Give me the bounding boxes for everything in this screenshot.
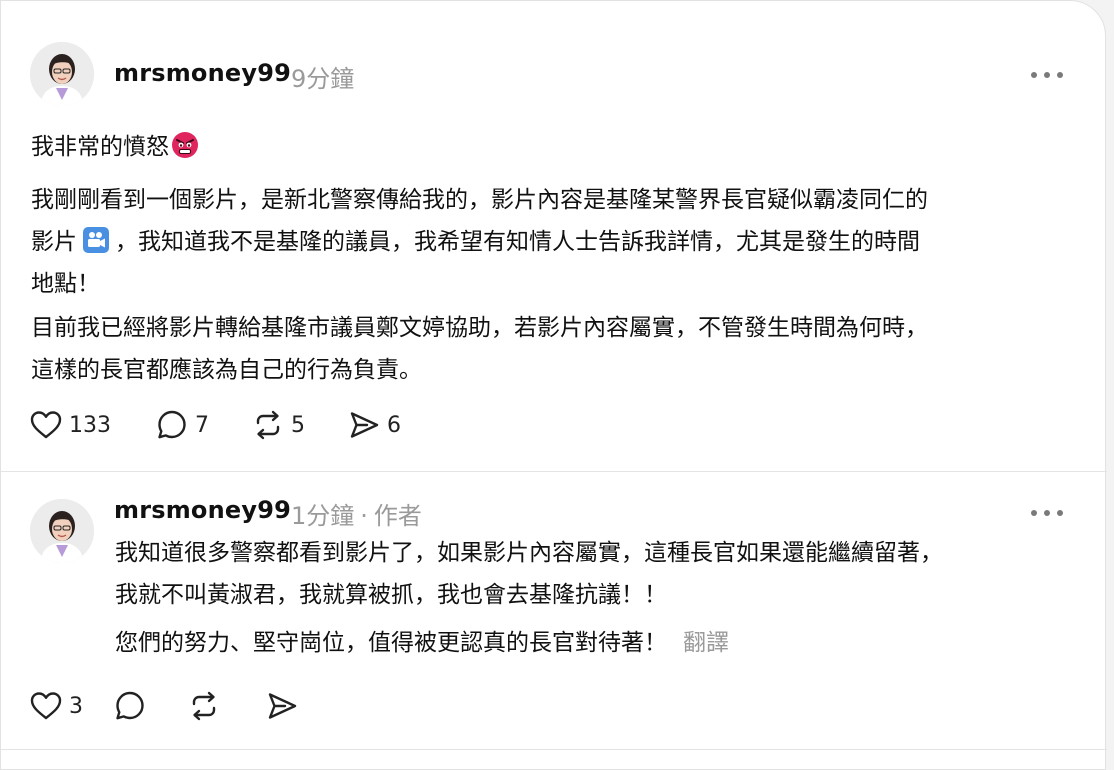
thread-card: mrsmoney99 9分鐘 我非常的憤怒 我剛剛看到一個影片，是新北警察傳給我… bbox=[0, 0, 1107, 770]
like-button[interactable]: 3 bbox=[29, 689, 113, 723]
reply-paragraph: 我知道很多警察都看到影片了，如果影片內容屬實，這種長官如果還能繼續留著， 我就不叫… bbox=[115, 540, 943, 608]
post-paragraph: 我非常的憤怒 bbox=[31, 126, 199, 168]
avatar[interactable] bbox=[30, 42, 94, 106]
username[interactable]: mrsmoney99 bbox=[114, 59, 291, 87]
heart-icon bbox=[30, 692, 62, 720]
more-dots-icon[interactable] bbox=[1031, 508, 1063, 518]
repost-button[interactable]: 5 bbox=[251, 408, 347, 442]
reply-button[interactable]: 7 bbox=[155, 408, 251, 442]
post-meta: 1分鐘 · 作者 bbox=[291, 496, 422, 531]
share-count: 6 bbox=[387, 412, 401, 438]
speech-bubble-icon bbox=[116, 691, 144, 720]
translate-link[interactable]: 翻譯 bbox=[683, 630, 729, 656]
repost-button[interactable] bbox=[187, 689, 265, 723]
meta-separator: · bbox=[360, 502, 368, 530]
post-actions: 3 bbox=[29, 688, 299, 724]
post-time: 9分鐘 bbox=[291, 59, 354, 94]
angry-face-emoji bbox=[172, 132, 198, 158]
repost-count: 5 bbox=[291, 412, 305, 438]
author-badge: 作者 bbox=[373, 502, 422, 530]
reply-button[interactable] bbox=[113, 689, 187, 723]
like-count: 3 bbox=[69, 693, 83, 719]
more-dots-icon[interactable] bbox=[1031, 70, 1063, 80]
post-actions: 133 7 5 6 bbox=[29, 407, 401, 443]
username[interactable]: mrsmoney99 bbox=[114, 496, 291, 524]
share-button[interactable] bbox=[265, 689, 299, 723]
main-post: mrsmoney99 9分鐘 我非常的憤怒 我剛剛看到一個影片，是新北警察傳給我… bbox=[1, 1, 1107, 471]
post-divider bbox=[1, 749, 1107, 750]
repost-icon bbox=[256, 410, 280, 440]
send-icon bbox=[350, 412, 379, 438]
timestamp[interactable]: 9分鐘 bbox=[291, 65, 354, 93]
reply-post: mrsmoney99 1分鐘 · 作者 我知道很多警察都看到影片了，如果影片內容屬實… bbox=[1, 472, 1107, 752]
post-paragraph: 我剛剛看到一個影片，是新北警察傳給我的，影片內容是基隆某警界長官疑似霸凌同仁的影… bbox=[31, 187, 928, 297]
speech-bubble-icon bbox=[158, 410, 186, 439]
like-button[interactable]: 133 bbox=[29, 408, 155, 442]
share-button[interactable]: 6 bbox=[347, 408, 401, 442]
avatar[interactable] bbox=[30, 499, 94, 563]
timestamp[interactable]: 1分鐘 bbox=[291, 502, 354, 530]
like-count: 133 bbox=[69, 412, 111, 438]
movie-camera-emoji bbox=[83, 227, 109, 253]
repost-icon bbox=[192, 691, 216, 721]
send-icon bbox=[268, 693, 297, 719]
reply-count: 7 bbox=[195, 412, 209, 438]
post-paragraph: 目前我已經將影片轉給基隆市議員鄭文婷協助，若影片內容屬實，不管發生時間為何時，這… bbox=[31, 315, 928, 383]
reply-paragraph: 您們的努力、堅守崗位，值得被更認真的長官對待著！ 翻譯 bbox=[115, 630, 729, 656]
heart-icon bbox=[30, 411, 62, 439]
